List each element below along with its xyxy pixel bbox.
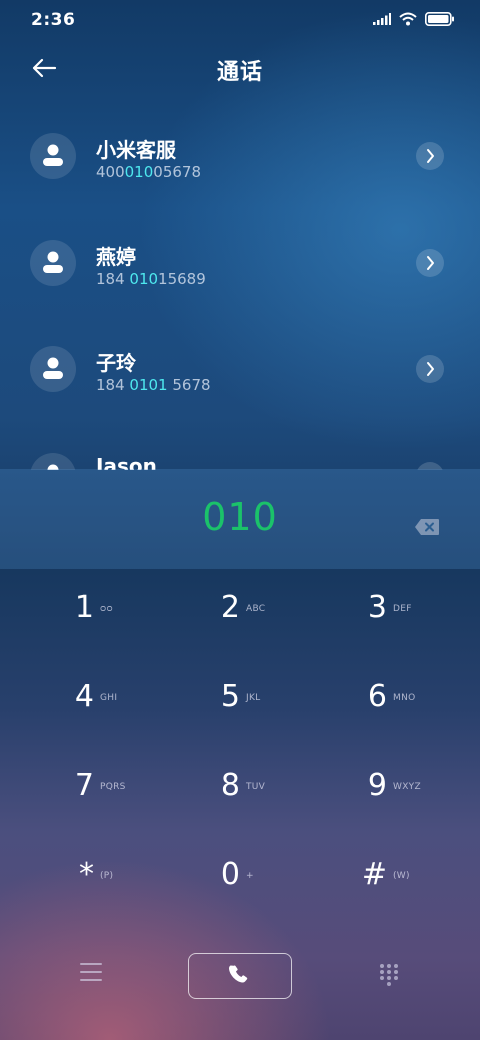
key-digit: 3 <box>367 590 387 625</box>
backspace-icon <box>415 519 439 535</box>
contact-number: 40001005678 <box>96 163 201 181</box>
avatar <box>30 133 76 179</box>
contact-number: 184 01015689 <box>96 270 206 288</box>
contact-row[interactable]: 燕婷 184 01015689 <box>0 211 480 317</box>
key-7[interactable]: 7 PQRS <box>34 754 144 824</box>
number-match: 010 <box>124 163 154 181</box>
key-8[interactable]: 8 TUV <box>180 754 290 824</box>
menu-icon <box>80 963 102 981</box>
contact-name: Jason <box>96 454 157 470</box>
contact-name: 子玲 <box>96 351 136 375</box>
person-icon <box>43 251 63 273</box>
status-icons <box>373 12 455 26</box>
key-digit: 9 <box>367 768 387 803</box>
key-2[interactable]: 2 ABC <box>180 576 290 646</box>
number-prefix: 184 <box>96 270 130 288</box>
key-letters: + <box>246 871 254 881</box>
key-0[interactable]: 0 + <box>180 843 290 913</box>
number-suffix: 05678 <box>153 163 201 181</box>
key-hash[interactable]: # (W) <box>327 843 437 913</box>
key-letters: DEF <box>393 604 412 614</box>
key-digit: 5 <box>220 679 240 714</box>
key-letters: ABC <box>246 604 266 614</box>
contact-detail-button[interactable] <box>416 355 444 383</box>
contact-detail-button[interactable] <box>416 142 444 170</box>
key-digit: # <box>361 857 387 892</box>
chevron-right-icon <box>427 362 434 376</box>
key-digit: 2 <box>220 590 240 625</box>
contact-row[interactable]: Jason <box>0 424 480 470</box>
key-letters: WXYZ <box>393 782 421 792</box>
avatar <box>30 453 76 470</box>
phone-icon <box>229 965 248 983</box>
status-bar: 2:36 <box>0 0 480 40</box>
key-letters: (P) <box>100 871 114 881</box>
avatar <box>30 240 76 286</box>
key-letters: GHI <box>100 693 118 703</box>
key-5[interactable]: 5 JKL <box>180 665 290 735</box>
contact-name: 小米客服 <box>96 138 176 162</box>
number-prefix: 184 <box>96 376 130 394</box>
number-match: 0101 <box>129 376 168 394</box>
key-letters: (W) <box>393 871 410 881</box>
wifi-icon <box>399 12 417 26</box>
contact-row[interactable]: 子玲 184 0101 5678 <box>0 317 480 423</box>
number-suffix: 5678 <box>167 376 211 394</box>
signal-icon <box>373 13 391 25</box>
person-icon <box>43 357 63 379</box>
dial-display: 010 <box>0 469 480 569</box>
number-match: 010 <box>129 270 159 288</box>
key-letters: JKL <box>246 693 261 703</box>
contact-row[interactable]: 小米客服 40001005678 <box>0 104 480 210</box>
contact-list: 小米客服 40001005678 燕婷 184 01015689 子玲 184 … <box>0 104 480 470</box>
voicemail-icon: ᴑᴑ <box>100 604 113 614</box>
key-4[interactable]: 4 GHI <box>34 665 144 735</box>
page-title: 通话 <box>216 60 263 85</box>
header: 通话 <box>0 40 480 104</box>
battery-icon <box>425 12 454 26</box>
key-letters: PQRS <box>100 782 126 792</box>
key-digit: 0 <box>220 857 240 892</box>
avatar <box>30 346 76 392</box>
key-6[interactable]: 6 MNO <box>327 665 437 735</box>
contact-number: 184 0101 5678 <box>96 376 211 394</box>
number-prefix: 400 <box>96 163 125 181</box>
key-3[interactable]: 3 DEF <box>327 576 437 646</box>
key-1[interactable]: 1 ᴑᴑ <box>34 576 144 646</box>
chevron-right-icon <box>427 149 434 163</box>
number-suffix: 15689 <box>158 270 206 288</box>
person-icon <box>43 144 63 166</box>
key-letters: MNO <box>393 693 416 703</box>
key-letters: TUV <box>246 782 266 792</box>
key-star[interactable]: * (P) <box>34 843 144 913</box>
key-digit: 4 <box>74 679 94 714</box>
status-time: 2:36 <box>31 10 76 30</box>
dialpad-icon <box>380 964 398 986</box>
key-digit: 6 <box>367 679 387 714</box>
backspace-button[interactable] <box>414 518 440 536</box>
contact-name: 燕婷 <box>96 245 136 269</box>
contact-detail-button[interactable] <box>416 249 444 277</box>
key-digit: 8 <box>220 768 240 803</box>
key-digit: 7 <box>74 768 94 803</box>
dialed-number: 010 <box>202 495 278 539</box>
dialpad-toggle-button[interactable] <box>379 963 399 987</box>
chevron-right-icon <box>427 256 434 270</box>
key-9[interactable]: 9 WXYZ <box>327 754 437 824</box>
key-digit: 1 <box>74 590 94 625</box>
menu-button[interactable] <box>80 963 102 983</box>
bottom-bar <box>0 950 480 1000</box>
key-digit: * <box>79 857 94 892</box>
call-button[interactable] <box>188 953 292 999</box>
person-icon <box>47 464 59 470</box>
